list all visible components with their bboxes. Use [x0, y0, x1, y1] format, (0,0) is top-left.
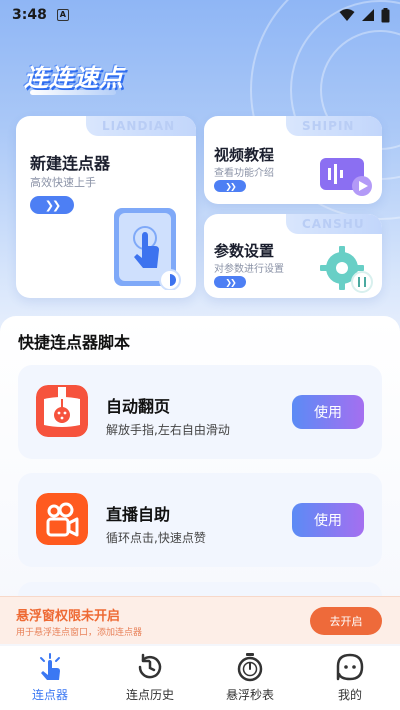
float-permission-banner: 悬浮窗权限未开启 用于悬浮连点窗口，添加连点器 去开启 — [0, 596, 400, 644]
app-brand-title: 连连速点 — [24, 64, 124, 92]
cellular-signal-icon — [362, 9, 374, 21]
tab-profile[interactable]: 我的 — [300, 646, 400, 710]
script-item-live-assist[interactable]: 直播自助 循环点击,快速点赞 使用 — [18, 473, 382, 567]
notification-a-icon: A — [56, 9, 69, 21]
tab-label: 连点历史 — [125, 688, 174, 702]
brand-underline — [30, 90, 116, 95]
card-watermark: SHIPIN — [286, 116, 382, 136]
wifi-icon — [339, 9, 355, 21]
double-chevron-right-icon: ❯❯ — [44, 198, 62, 212]
use-button-live-assist[interactable]: 使用 — [292, 503, 364, 537]
stopwatch-icon — [237, 653, 263, 682]
settings-subtitle: 对参数进行设置 — [214, 264, 284, 275]
battery-icon — [381, 7, 390, 22]
status-time: 3:48 — [12, 7, 47, 23]
tab-click-history[interactable]: 连点历史 — [100, 646, 200, 710]
video-tutorial-card[interactable]: SHIPIN 视频教程 查看功能介绍 ❯❯ — [204, 116, 382, 204]
status-bar: 3:48 A — [0, 0, 400, 30]
settings-card[interactable]: CANSHU 参数设置 对参数进行设置 ❯❯ — [204, 214, 382, 298]
tab-floating-stopwatch[interactable]: 悬浮秒表 — [200, 646, 300, 710]
card-watermark: CANSHU — [286, 214, 382, 234]
tab-label: 悬浮秒表 — [225, 688, 274, 702]
script-subtitle: 解放手指,左右自由滑动 — [106, 423, 230, 437]
video-tutorial-subtitle: 查看功能介绍 — [214, 168, 274, 179]
quick-scripts-section — [0, 316, 400, 616]
settings-title: 参数设置 — [214, 242, 275, 260]
double-chevron-right-icon: ❯❯ — [225, 277, 236, 287]
new-clicker-subtitle: 高效快速上手 — [30, 176, 96, 189]
video-tutorial-title: 视频教程 — [214, 146, 275, 164]
section-title: 快捷连点器脚本 — [18, 333, 131, 352]
script-title: 自动翻页 — [106, 397, 171, 416]
tab-label: 连点器 — [31, 688, 68, 702]
script-item-auto-page[interactable]: 自动翻页 解放手指,左右自由滑动 使用 — [18, 365, 382, 459]
card-watermark: LIANDIAN — [86, 116, 196, 136]
new-clicker-title: 新建连点器 — [30, 154, 111, 173]
tab-label: 我的 — [337, 688, 362, 702]
script-title: 直播自助 — [106, 505, 171, 524]
new-clicker-card[interactable]: LIANDIAN 新建连点器 高效快速上手 ❯❯ — [16, 116, 196, 298]
tap-phone-illustration-icon — [114, 208, 181, 290]
use-button-auto-page[interactable]: 使用 — [292, 395, 364, 429]
script-subtitle: 循环点击,快速点赞 — [106, 531, 206, 545]
bottom-tab-bar: 连点器 连点历史 悬浮秒表 我的 — [0, 646, 400, 710]
double-chevron-right-icon: ❯❯ — [225, 181, 236, 191]
tap-hand-icon — [40, 653, 60, 680]
gear-sliders-icon — [320, 246, 373, 293]
new-clicker-go-button[interactable]: ❯❯ — [30, 196, 74, 214]
video-tutorial-go-button[interactable]: ❯❯ — [214, 180, 246, 192]
red-book-icon — [36, 385, 88, 437]
live-video-camera-icon — [36, 493, 88, 545]
settings-go-button[interactable]: ❯❯ — [214, 276, 246, 288]
float-permission-subtitle: 用于悬浮连点窗口，添加连点器 — [16, 628, 143, 638]
tab-clicker[interactable]: 连点器 — [0, 646, 100, 710]
profile-face-icon — [336, 653, 364, 681]
video-player-icon — [320, 158, 372, 196]
enable-permission-button[interactable]: 去开启 — [310, 607, 382, 635]
float-permission-title: 悬浮窗权限未开启 — [16, 609, 121, 624]
history-clock-icon — [138, 653, 162, 679]
